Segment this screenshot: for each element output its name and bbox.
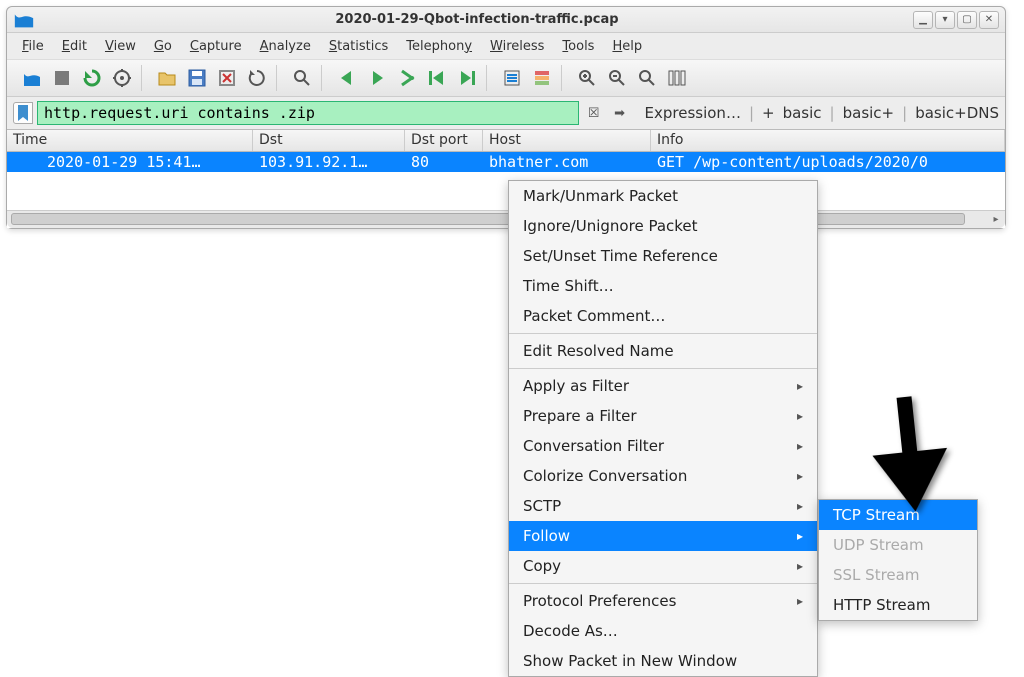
colorize-icon[interactable] (529, 65, 555, 91)
ctx-set-unset-time-reference[interactable]: Set/Unset Time Reference (509, 241, 817, 271)
maximize-button[interactable]: ▢ (957, 11, 977, 29)
capture-options-icon[interactable] (109, 65, 135, 91)
col-header-host[interactable]: Host (483, 130, 651, 151)
reload-icon[interactable] (244, 65, 270, 91)
menu-capture[interactable]: Capture (181, 36, 251, 57)
follow-http-stream[interactable]: HTTP Stream (819, 590, 977, 620)
filter-bookmark-basicplus[interactable]: basic+ (843, 104, 895, 122)
autoscroll-icon[interactable] (499, 65, 525, 91)
menu-wireless[interactable]: Wireless (481, 36, 553, 57)
ctx-show-packet-in-new-window[interactable]: Show Packet in New Window (509, 646, 817, 676)
go-last-icon[interactable] (454, 65, 480, 91)
ctx-conversation-filter[interactable]: Conversation Filter (509, 431, 817, 461)
ctx-ignore-unignore-packet[interactable]: Ignore/Unignore Packet (509, 211, 817, 241)
minimize-button[interactable]: ▁ (913, 11, 933, 29)
packet-list: Time Dst Dst port Host Info 2020-01-29 1… (7, 129, 1005, 228)
save-file-icon[interactable] (184, 65, 210, 91)
menu-edit[interactable]: Edit (53, 36, 96, 57)
capture-restart-icon[interactable] (79, 65, 105, 91)
menu-go[interactable]: Go (145, 36, 181, 57)
find-icon[interactable] (289, 65, 315, 91)
menu-statistics[interactable]: Statistics (320, 36, 397, 57)
filter-add-button[interactable]: + (762, 104, 775, 122)
cell-info: GET /wp-content/uploads/2020/0 (651, 152, 1005, 172)
col-header-dst[interactable]: Dst (253, 130, 405, 151)
zoom-out-icon[interactable] (604, 65, 630, 91)
app-window: 2020-01-29-Qbot-infection-traffic.pcap ▁… (6, 6, 1006, 229)
filter-clear-icon[interactable]: ☒ (583, 102, 605, 124)
filter-bookmark-icon[interactable] (13, 102, 33, 124)
zoom-reset-icon[interactable] (634, 65, 660, 91)
filter-expression-button[interactable]: Expression… (645, 104, 741, 122)
follow-udp-stream: UDP Stream (819, 530, 977, 560)
titlebar: 2020-01-29-Qbot-infection-traffic.pcap ▁… (7, 7, 1005, 33)
toolbar (7, 59, 1005, 97)
ctx-decode-as-[interactable]: Decode As… (509, 616, 817, 646)
resize-columns-icon[interactable] (664, 65, 690, 91)
capture-stop-icon[interactable] (49, 65, 75, 91)
col-header-info[interactable]: Info (651, 130, 1005, 151)
context-menu: Mark/Unmark PacketIgnore/Unignore Packet… (508, 180, 818, 677)
open-file-icon[interactable] (154, 65, 180, 91)
close-button[interactable]: ✕ (979, 11, 999, 29)
col-header-dstport[interactable]: Dst port (405, 130, 483, 151)
go-to-icon[interactable] (394, 65, 420, 91)
horizontal-scrollbar[interactable]: ◂ ▸ (7, 210, 1005, 228)
display-filter-input[interactable] (37, 101, 579, 125)
ctx-sctp[interactable]: SCTP (509, 491, 817, 521)
ctx-packet-comment-[interactable]: Packet Comment… (509, 301, 817, 331)
ctx-copy[interactable]: Copy (509, 551, 817, 581)
filter-apply-icon[interactable]: ➡ (609, 102, 631, 124)
ctx-edit-resolved-name[interactable]: Edit Resolved Name (509, 336, 817, 366)
ctx-apply-as-filter[interactable]: Apply as Filter (509, 371, 817, 401)
menu-file[interactable]: File (13, 36, 53, 57)
cell-dst: 103.91.92.1… (253, 152, 405, 172)
filter-bookmark-basicdns[interactable]: basic+DNS (915, 104, 999, 122)
filter-bookmark-basic[interactable]: basic (783, 104, 822, 122)
col-header-time[interactable]: Time (7, 130, 253, 151)
menubar: File Edit View Go Capture Analyze Statis… (7, 33, 1005, 59)
ctx-prepare-a-filter[interactable]: Prepare a Filter (509, 401, 817, 431)
ctx-colorize-conversation[interactable]: Colorize Conversation (509, 461, 817, 491)
capture-start-icon[interactable] (19, 65, 45, 91)
ctx-follow[interactable]: Follow (509, 521, 817, 551)
cell-time: 2020-01-29 15:41… (7, 152, 253, 172)
filter-bar: ☒ ➡ Expression… | + basic | basic+ | bas… (7, 97, 1005, 129)
menu-help[interactable]: Help (603, 36, 651, 57)
go-first-icon[interactable] (424, 65, 450, 91)
cell-host: bhatner.com (483, 152, 651, 172)
ctx-protocol-preferences[interactable]: Protocol Preferences (509, 586, 817, 616)
ctx-time-shift-[interactable]: Time Shift… (509, 271, 817, 301)
annotation-arrow-icon (841, 386, 974, 532)
menu-analyze[interactable]: Analyze (251, 36, 320, 57)
menu-view[interactable]: View (96, 36, 145, 57)
menu-tools[interactable]: Tools (553, 36, 603, 57)
zoom-in-icon[interactable] (574, 65, 600, 91)
wireshark-logo-icon (13, 9, 35, 31)
follow-ssl-stream: SSL Stream (819, 560, 977, 590)
table-row[interactable]: 2020-01-29 15:41… 103.91.92.1… 80 bhatne… (7, 152, 1005, 172)
window-controls: ▁ ▾ ▢ ✕ (913, 11, 999, 29)
cell-dstport: 80 (405, 152, 483, 172)
close-file-icon[interactable] (214, 65, 240, 91)
go-forward-icon[interactable] (364, 65, 390, 91)
menu-telephony[interactable]: Telephony (397, 36, 481, 57)
ctx-mark-unmark-packet[interactable]: Mark/Unmark Packet (509, 181, 817, 211)
window-title: 2020-01-29-Qbot-infection-traffic.pcap (41, 12, 913, 27)
packet-list-header: Time Dst Dst port Host Info (7, 130, 1005, 152)
drop-button[interactable]: ▾ (935, 11, 955, 29)
go-back-icon[interactable] (334, 65, 360, 91)
